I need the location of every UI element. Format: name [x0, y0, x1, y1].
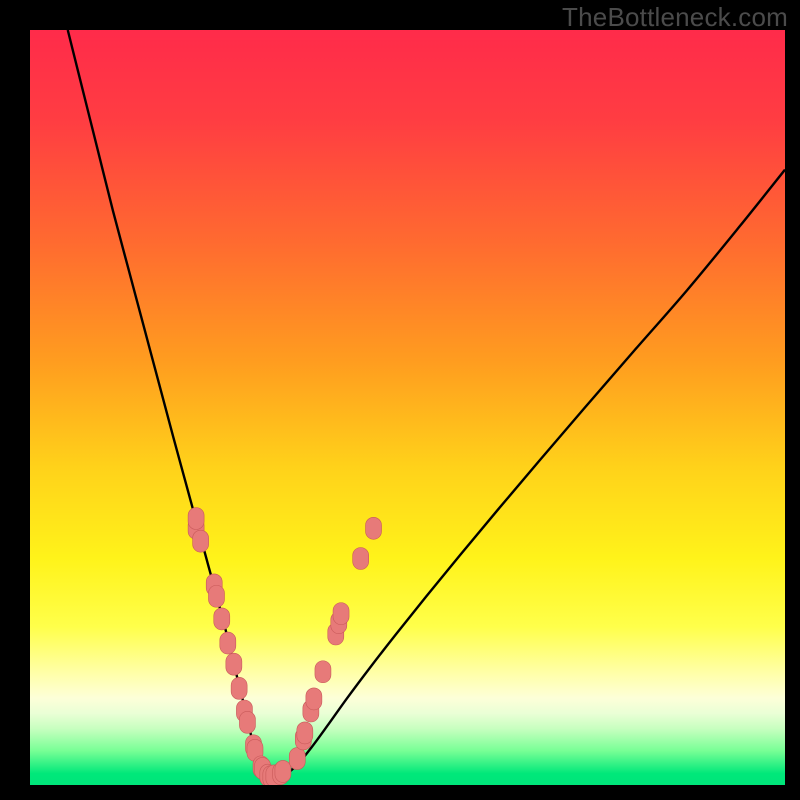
data-marker: [208, 585, 224, 607]
data-marker: [289, 748, 305, 770]
background-gradient: [30, 30, 785, 785]
data-marker: [226, 653, 242, 675]
data-marker: [315, 661, 331, 683]
data-marker: [297, 722, 313, 744]
chart-svg: [30, 30, 785, 785]
watermark-text: TheBottleneck.com: [562, 2, 788, 33]
data-marker: [188, 507, 204, 529]
data-marker: [239, 711, 255, 733]
outer-frame: TheBottleneck.com: [0, 0, 800, 800]
data-marker: [353, 548, 369, 570]
data-marker: [231, 677, 247, 699]
data-marker: [214, 608, 230, 630]
data-marker: [366, 517, 382, 539]
data-marker: [275, 760, 291, 782]
data-marker: [333, 603, 349, 625]
data-marker: [193, 530, 209, 552]
data-marker: [306, 688, 322, 710]
data-marker: [220, 632, 236, 654]
plot-area: [30, 30, 785, 785]
